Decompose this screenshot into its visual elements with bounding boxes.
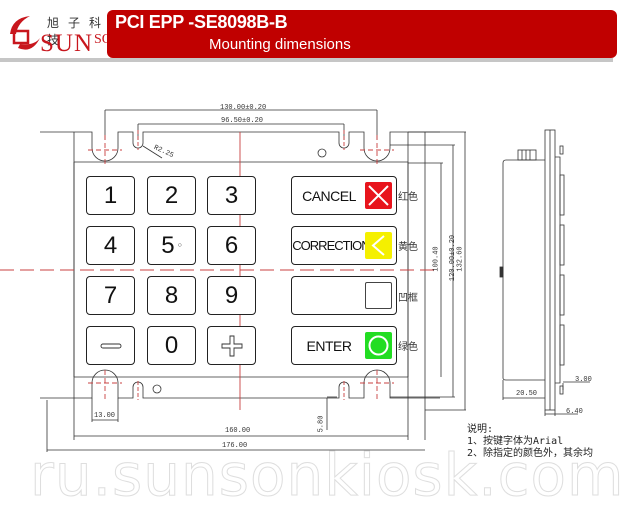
key-label: 8 bbox=[164, 281, 179, 309]
color-note-green: 绿色 bbox=[398, 342, 418, 353]
key-8[interactable]: 8 bbox=[147, 276, 196, 315]
key-7[interactable]: 7 bbox=[86, 276, 135, 315]
key-label: 0 bbox=[164, 331, 179, 359]
circle-icon bbox=[365, 332, 392, 359]
dim-top-inner: 96.50±0.20 bbox=[221, 117, 264, 125]
correction-key[interactable]: CORRECTION bbox=[291, 226, 397, 265]
dim-height-inner: 100.40 bbox=[432, 246, 441, 272]
dim-top-outer: 130.00±0.20 bbox=[220, 104, 267, 112]
key-3[interactable]: 3 bbox=[207, 176, 256, 215]
correction-key-label: CORRECTION bbox=[292, 238, 370, 253]
key-label: 1 bbox=[103, 181, 118, 209]
dim-side-depth: 20.50 bbox=[516, 390, 538, 398]
key-4[interactable]: 4 bbox=[86, 226, 135, 265]
cancel-key[interactable]: CANCEL bbox=[291, 176, 397, 215]
key-label: 2 bbox=[164, 181, 179, 209]
key-0[interactable]: 0 bbox=[147, 326, 196, 365]
key-label: 9 bbox=[224, 281, 239, 309]
plus-icon bbox=[221, 335, 242, 356]
dim-side-key-height: 3.00 bbox=[575, 376, 592, 384]
dim-height-outer: 132.60 bbox=[456, 246, 465, 272]
x-icon bbox=[365, 182, 392, 209]
color-note-red: 红色 bbox=[398, 192, 418, 203]
key-6[interactable]: 6 bbox=[207, 226, 256, 265]
watermark: ru.sunsonkiosk.com bbox=[30, 441, 621, 509]
key-1[interactable]: 1 bbox=[86, 176, 135, 215]
key-label: 6 bbox=[224, 231, 239, 259]
chevron-left-icon bbox=[365, 232, 392, 259]
dim-slot-offset: 5.80 bbox=[317, 415, 326, 433]
enter-key-label: ENTER bbox=[306, 337, 352, 354]
minus-icon bbox=[100, 343, 121, 348]
key-9[interactable]: 9 bbox=[207, 276, 256, 315]
key-label: 7 bbox=[103, 281, 118, 309]
dim-slot-width: 13.00 bbox=[94, 412, 116, 420]
key-5[interactable]: 5 ○ bbox=[147, 226, 196, 265]
key-label: 4 bbox=[103, 231, 118, 259]
dim-width-inner: 160.00 bbox=[225, 427, 251, 435]
tactile-dot-icon: ○ bbox=[177, 242, 182, 249]
blank-recess-icon bbox=[365, 282, 392, 309]
key-minus[interactable] bbox=[86, 326, 135, 365]
color-note-recess: 凹框 bbox=[398, 293, 418, 304]
color-note-yellow: 黄色 bbox=[398, 242, 418, 253]
key-label: 5 bbox=[161, 231, 175, 259]
blank-key[interactable] bbox=[291, 276, 397, 315]
cancel-key-label: CANCEL bbox=[302, 187, 356, 204]
key-plus[interactable] bbox=[207, 326, 256, 365]
notes-heading: 说明: bbox=[467, 424, 494, 435]
key-label: 3 bbox=[224, 181, 239, 209]
dim-side-panel: 6.40 bbox=[566, 408, 583, 416]
key-2[interactable]: 2 bbox=[147, 176, 196, 215]
enter-key[interactable]: ENTER bbox=[291, 326, 397, 365]
